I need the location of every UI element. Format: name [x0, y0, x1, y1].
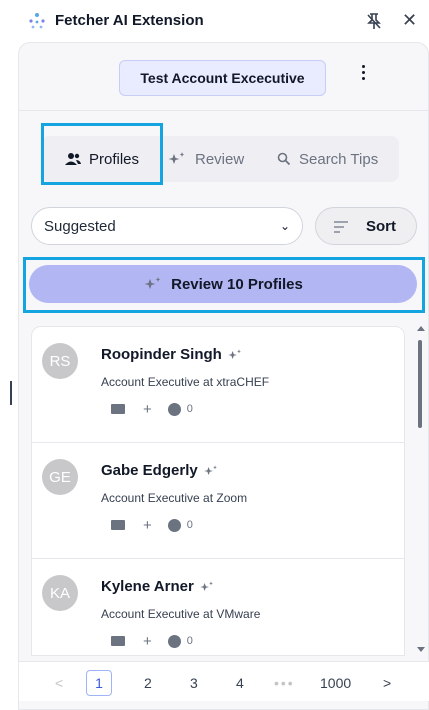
- unpin-icon[interactable]: [364, 11, 384, 31]
- chevron-down-icon: ⌄: [279, 219, 290, 233]
- sparkle-icon: [167, 151, 187, 167]
- scroll-up-arrow-icon[interactable]: [417, 326, 425, 331]
- close-icon[interactable]: ✕: [402, 10, 417, 31]
- mail-icon[interactable]: [111, 520, 125, 530]
- clock-icon: [167, 402, 181, 416]
- plus-icon[interactable]: +: [143, 401, 152, 418]
- tab-review-label: Review: [195, 150, 245, 168]
- profile-actions: + 0: [111, 517, 193, 534]
- profile-role: Account Executive at Zoom: [101, 491, 248, 505]
- extension-panel: Test Account Excecutive Profiles Review …: [18, 42, 429, 710]
- activity-count: 0: [186, 519, 193, 531]
- profile-list[interactable]: RS Roopinder Singh Account Executive at …: [31, 326, 405, 656]
- sort-label: Sort: [366, 218, 396, 235]
- app-title: Fetcher AI Extension: [55, 12, 204, 29]
- prev-page-button[interactable]: <: [55, 670, 63, 696]
- scroll-thumb[interactable]: [418, 340, 422, 428]
- profile-card[interactable]: GE Gabe Edgerly Account Executive at Zoo…: [32, 443, 404, 559]
- mail-icon[interactable]: [111, 636, 125, 646]
- avatar: KA: [42, 575, 78, 611]
- avatar: RS: [42, 343, 78, 379]
- fetcher-logo-icon: [29, 13, 45, 29]
- activity-count: 0: [186, 403, 193, 415]
- plus-icon[interactable]: +: [143, 517, 152, 534]
- profile-name[interactable]: Kylene Arner: [101, 578, 194, 595]
- search-icon: [277, 152, 291, 166]
- avatar: GE: [42, 459, 78, 495]
- sparkle-icon: [203, 464, 219, 478]
- tab-search-tips-label: Search Tips: [299, 150, 379, 168]
- clock-icon: [167, 634, 181, 648]
- clock-icon: [167, 518, 181, 532]
- sort-button[interactable]: Sort: [315, 207, 417, 245]
- profile-name[interactable]: Roopinder Singh: [101, 346, 222, 363]
- profile-role: Account Executive at xtraCHEF: [101, 375, 270, 389]
- sort-icon: [334, 221, 348, 233]
- divider: [19, 110, 429, 111]
- resize-handle[interactable]: [10, 381, 12, 405]
- pagination: < 1 2 3 4 ••• 1000 >: [19, 661, 429, 701]
- profile-role: Account Executive at VMware: [101, 607, 261, 621]
- sparkle-icon: [199, 580, 215, 594]
- sparkle-icon: [227, 348, 243, 362]
- profile-actions: + 0: [111, 633, 193, 650]
- tab-profiles-label: Profiles: [88, 150, 140, 168]
- people-icon: [64, 152, 81, 166]
- page-button-last[interactable]: 1000: [320, 670, 351, 696]
- list-scrollbar[interactable]: [416, 326, 426, 656]
- tab-review[interactable]: Review: [167, 136, 244, 182]
- page-button-2[interactable]: 2: [144, 670, 152, 696]
- scroll-down-arrow-icon[interactable]: [417, 647, 425, 652]
- more-options-icon[interactable]: [360, 65, 366, 87]
- page-button-4[interactable]: 4: [236, 670, 244, 696]
- page-button-1[interactable]: 1: [86, 670, 112, 696]
- activity-count: 0: [186, 635, 193, 647]
- tab-profiles[interactable]: Profiles: [43, 136, 161, 182]
- account-button[interactable]: Test Account Excecutive: [119, 60, 326, 96]
- page-button-3[interactable]: 3: [190, 670, 198, 696]
- sparkle-icon: [143, 276, 163, 292]
- profile-name-row: Roopinder Singh: [101, 346, 243, 363]
- page-ellipsis[interactable]: •••: [274, 670, 295, 696]
- filter-select-value: Suggested: [44, 217, 116, 235]
- filter-select[interactable]: Suggested ⌄: [31, 207, 303, 245]
- profile-card[interactable]: RS Roopinder Singh Account Executive at …: [32, 327, 404, 443]
- profile-card[interactable]: KA Kylene Arner Account Executive at VMw…: [32, 559, 404, 655]
- profile-actions: + 0: [111, 401, 193, 418]
- profile-name-row: Kylene Arner: [101, 578, 215, 595]
- next-page-button[interactable]: >: [383, 670, 391, 696]
- tab-search-tips[interactable]: Search Tips: [277, 136, 378, 182]
- review-profiles-label: Review 10 Profiles: [171, 275, 303, 293]
- mail-icon[interactable]: [111, 404, 125, 414]
- header: Fetcher AI Extension ✕: [0, 0, 429, 42]
- profile-name[interactable]: Gabe Edgerly: [101, 462, 198, 479]
- profile-name-row: Gabe Edgerly: [101, 462, 219, 479]
- plus-icon[interactable]: +: [143, 633, 152, 650]
- review-profiles-button[interactable]: Review 10 Profiles: [29, 265, 417, 303]
